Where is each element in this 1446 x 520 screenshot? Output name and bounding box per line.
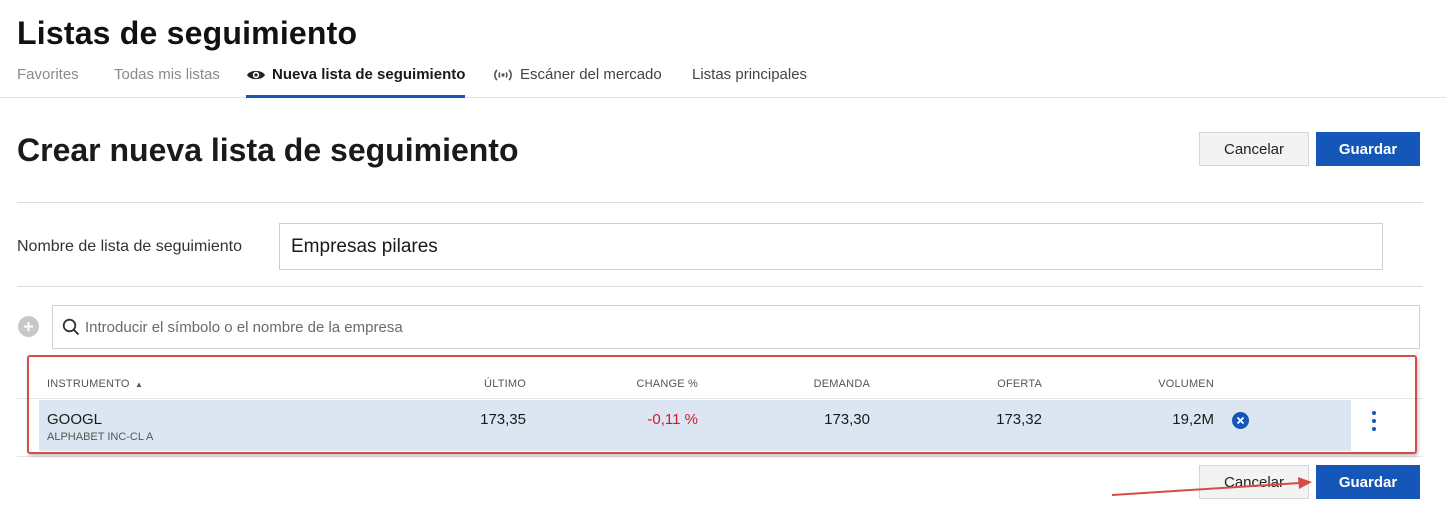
add-icon[interactable]	[18, 316, 39, 337]
divider	[17, 286, 1423, 287]
tab-bar: Favorites Todas mis listas Nueva lista d…	[0, 62, 1446, 98]
eye-icon	[246, 66, 266, 87]
tab-label: Escáner del mercado	[520, 66, 662, 83]
tab-new-watchlist[interactable]: Nueva lista de seguimiento	[246, 66, 466, 98]
radar-icon	[492, 66, 514, 87]
divider	[17, 456, 1423, 457]
watchlist-name-input[interactable]	[279, 223, 1383, 270]
tab-favorites[interactable]: Favorites	[17, 66, 79, 98]
divider	[17, 202, 1423, 203]
tab-label: Todas mis listas	[114, 66, 220, 83]
tab-label: Favorites	[17, 66, 79, 83]
save-button-bottom[interactable]: Guardar	[1316, 465, 1420, 499]
form-title: Crear nueva lista de seguimiento	[17, 132, 519, 168]
page-title: Listas de seguimiento	[17, 15, 358, 51]
tab-market-scanner[interactable]: Escáner del mercado	[492, 66, 662, 98]
save-button[interactable]: Guardar	[1316, 132, 1420, 166]
cancel-button-bottom[interactable]: Cancelar	[1199, 465, 1309, 499]
search-input[interactable]	[85, 306, 1405, 348]
cancel-button[interactable]: Cancelar	[1199, 132, 1309, 166]
annotation-highlight-box	[27, 355, 1417, 454]
tab-all-lists[interactable]: Todas mis listas	[114, 66, 220, 98]
tab-label: Listas principales	[692, 66, 808, 83]
search-icon	[62, 318, 80, 336]
tab-top-lists[interactable]: Listas principales	[692, 66, 807, 98]
tab-label: Nueva lista de seguimiento	[272, 66, 466, 83]
search-field	[52, 305, 1420, 349]
watchlist-name-label: Nombre de lista de seguimiento	[17, 238, 243, 255]
